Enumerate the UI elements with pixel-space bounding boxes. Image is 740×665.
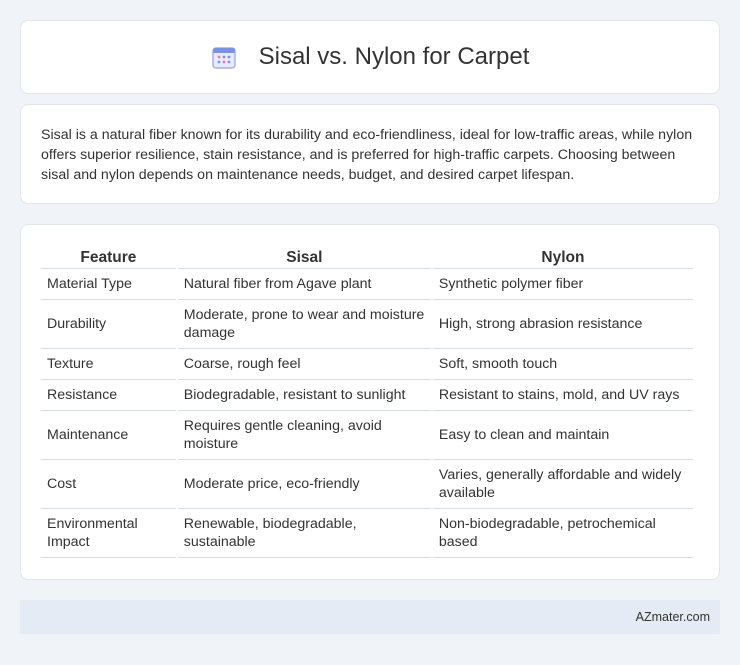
feature-cell: Durability bbox=[41, 300, 176, 349]
header-sisal: Sisal bbox=[177, 245, 431, 269]
sisal-cell: Requires gentle cleaning, avoid moisture bbox=[177, 411, 431, 460]
intro-card: Sisal is a natural fiber known for its d… bbox=[20, 104, 720, 204]
feature-cell: Cost bbox=[41, 460, 176, 509]
nylon-cell: High, strong abrasion resistance bbox=[432, 300, 693, 349]
footer-bar: AZmater.com bbox=[20, 600, 720, 634]
comparison-card: Feature Sisal Nylon Material Type Natura… bbox=[20, 224, 720, 580]
sisal-cell: Biodegradable, resistant to sunlight bbox=[177, 380, 431, 411]
nylon-cell: Resistant to stains, mold, and UV rays bbox=[432, 380, 693, 411]
header-nylon: Nylon bbox=[432, 245, 693, 269]
table-row: Durability Moderate, prone to wear and m… bbox=[41, 300, 693, 349]
header-feature: Feature bbox=[41, 245, 176, 269]
calendar-icon bbox=[211, 44, 237, 70]
comparison-table: Feature Sisal Nylon Material Type Natura… bbox=[39, 245, 695, 558]
feature-cell: Resistance bbox=[41, 380, 176, 411]
nylon-cell: Non-biodegradable, petrochemical based bbox=[432, 509, 693, 558]
sisal-cell: Natural fiber from Agave plant bbox=[177, 269, 431, 300]
feature-cell: Maintenance bbox=[41, 411, 176, 460]
table-header-row: Feature Sisal Nylon bbox=[41, 245, 693, 269]
feature-cell: Texture bbox=[41, 349, 176, 380]
table-row: Environmental Impact Renewable, biodegra… bbox=[41, 509, 693, 558]
sisal-cell: Coarse, rough feel bbox=[177, 349, 431, 380]
feature-cell: Material Type bbox=[41, 269, 176, 300]
feature-cell: Environmental Impact bbox=[41, 509, 176, 558]
table-row: Material Type Natural fiber from Agave p… bbox=[41, 269, 693, 300]
sisal-cell: Renewable, biodegradable, sustainable bbox=[177, 509, 431, 558]
nylon-cell: Varies, generally affordable and widely … bbox=[432, 460, 693, 509]
title-card: Sisal vs. Nylon for Carpet bbox=[20, 20, 720, 94]
nylon-cell: Synthetic polymer fiber bbox=[432, 269, 693, 300]
table-row: Resistance Biodegradable, resistant to s… bbox=[41, 380, 693, 411]
page-title: Sisal vs. Nylon for Carpet bbox=[258, 43, 530, 70]
sisal-cell: Moderate, prone to wear and moisture dam… bbox=[177, 300, 431, 349]
table-row: Texture Coarse, rough feel Soft, smooth … bbox=[41, 349, 693, 380]
nylon-cell: Easy to clean and maintain bbox=[432, 411, 693, 460]
table-row: Cost Moderate price, eco-friendly Varies… bbox=[41, 460, 693, 509]
sisal-cell: Moderate price, eco-friendly bbox=[177, 460, 431, 509]
footer-site-link[interactable]: AZmater.com bbox=[636, 610, 710, 624]
table-row: Maintenance Requires gentle cleaning, av… bbox=[41, 411, 693, 460]
nylon-cell: Soft, smooth touch bbox=[432, 349, 693, 380]
intro-paragraph: Sisal is a natural fiber known for its d… bbox=[41, 127, 693, 183]
